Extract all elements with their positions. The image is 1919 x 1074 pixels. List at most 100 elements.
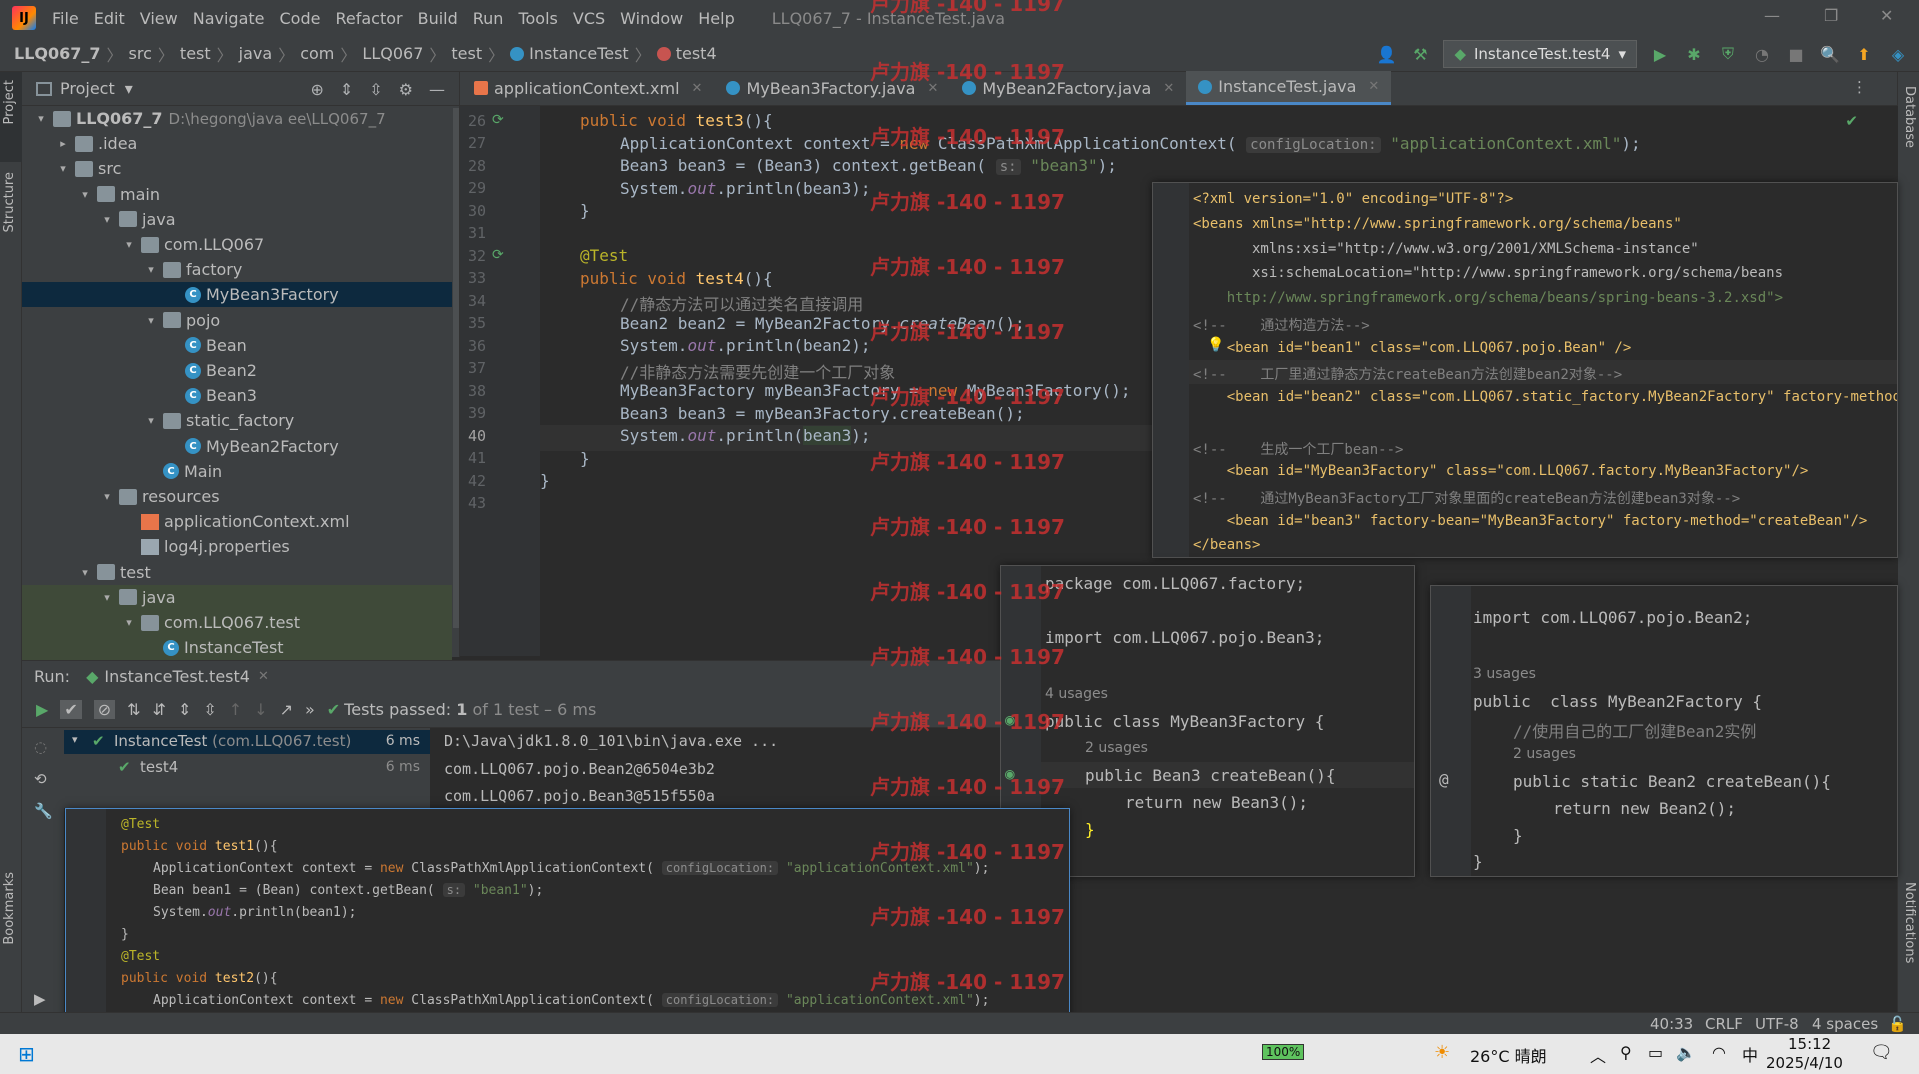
notifications-tool-button[interactable]: Notifications	[1902, 882, 1917, 963]
menu-help[interactable]: Help	[698, 9, 734, 28]
menu-edit[interactable]: Edit	[94, 9, 125, 28]
chevron-down-icon[interactable]: ▾	[125, 79, 133, 98]
gear-icon[interactable]: ⚙	[399, 80, 413, 99]
close-icon[interactable]: ✕	[1880, 6, 1893, 25]
tree-item[interactable]: ▾ factory	[22, 257, 452, 282]
build-hammer-icon[interactable]: ⚒	[1409, 43, 1431, 65]
toggle-icon[interactable]: ◌	[34, 738, 47, 756]
network-icon[interactable]: ⚲	[1620, 1043, 1632, 1062]
expand-all-icon[interactable]: ⇕	[340, 80, 353, 99]
close-icon[interactable]: ✕	[258, 669, 269, 684]
menu-code[interactable]: Code	[280, 9, 321, 28]
menu-window[interactable]: Window	[620, 9, 683, 28]
menu-run[interactable]: Run	[473, 9, 504, 28]
tree-item[interactable]: C Bean	[22, 333, 452, 358]
project-tool-button[interactable]: Project	[2, 80, 17, 124]
annotation-gutter-icon[interactable]: @	[1439, 770, 1449, 789]
tree-item[interactable]: ▾ LLQ067_7 D:\hegong\java ee\LLQ067_7	[22, 106, 452, 131]
chevron-icon[interactable]: ▾	[78, 188, 92, 201]
tree-item[interactable]: ▾ java	[22, 584, 452, 610]
tree-item[interactable]: ▾ static_factory	[22, 408, 452, 433]
menu-vcs[interactable]: VCS	[573, 9, 605, 28]
camera-icon[interactable]: ⟲	[34, 770, 47, 788]
user-icon[interactable]: 👤	[1375, 43, 1397, 65]
chevron-icon[interactable]: ▾	[56, 162, 70, 175]
jetbrains-icon[interactable]: ◈	[1887, 43, 1909, 65]
run-test-gutter-icon[interactable]: ⟳	[492, 112, 504, 128]
chevron-icon[interactable]: ▾	[122, 616, 136, 629]
restore-icon[interactable]: ❐	[1824, 6, 1838, 25]
close-icon[interactable]: ✕	[1163, 81, 1174, 96]
wrench-icon[interactable]: 🔧	[34, 802, 53, 820]
battery-icon[interactable]: ▭	[1648, 1043, 1663, 1062]
search-icon[interactable]: 🔍	[1819, 43, 1841, 65]
rerun-icon[interactable]: ▶	[36, 700, 48, 719]
chevron-up-icon[interactable]: ︿	[1590, 1043, 1606, 1067]
more-tabs-icon[interactable]: ⋮	[1852, 78, 1867, 96]
run-tab-label[interactable]: InstanceTest.test4	[104, 667, 250, 686]
menu-view[interactable]: View	[140, 9, 178, 28]
lock-icon[interactable]: 🔓	[1888, 1015, 1907, 1033]
tree-item[interactable]: log4j.properties	[22, 534, 452, 559]
menu-tools[interactable]: Tools	[518, 9, 557, 28]
breadcrumb-test[interactable]: test	[180, 44, 211, 63]
chevron-down-icon[interactable]: ▾	[72, 733, 78, 746]
tree-item[interactable]: C Main	[22, 459, 452, 484]
chevron-icon[interactable]: ▾	[144, 414, 158, 427]
locate-icon[interactable]: ⊕	[310, 80, 323, 99]
breadcrumb-class[interactable]: InstanceTest	[529, 44, 629, 63]
menu-build[interactable]: Build	[418, 9, 458, 28]
chevron-icon[interactable]: ▾	[144, 314, 158, 327]
notification-center-icon[interactable]: 🗨	[1870, 1042, 1893, 1063]
menu-file[interactable]: File	[52, 9, 79, 28]
clock-date[interactable]: 2025/4/10	[1766, 1054, 1843, 1072]
tree-item[interactable]: ▾ resources	[22, 484, 452, 509]
tree-item[interactable]: ▾ com.LLQ067	[22, 232, 452, 257]
volume-icon[interactable]: 🔈	[1676, 1043, 1696, 1062]
sort-duration-icon[interactable]: ⇵	[153, 700, 166, 719]
usages-hint[interactable]: 2 usages	[1513, 746, 1576, 762]
run-icon[interactable]: ▶	[1649, 43, 1671, 65]
file-encoding[interactable]: UTF-8	[1755, 1015, 1799, 1033]
export-icon[interactable]: ↗	[280, 700, 293, 719]
tree-item[interactable]: ▾ src	[22, 156, 452, 181]
menu-navigate[interactable]: Navigate	[193, 9, 265, 28]
clock-time[interactable]: 15:12	[1788, 1035, 1831, 1053]
chevron-icon[interactable]: ▾	[100, 490, 114, 503]
menu-refactor[interactable]: Refactor	[335, 9, 402, 28]
show-passed-icon[interactable]: ✔	[60, 700, 82, 719]
minimize-icon[interactable]: —	[1764, 6, 1780, 25]
wifi-icon[interactable]: ◠	[1712, 1043, 1726, 1062]
chevron-icon[interactable]: ▾	[34, 112, 48, 125]
tree-item[interactable]: ▸ .idea	[22, 131, 452, 156]
arrow-up-icon[interactable]: ↑	[229, 700, 242, 719]
tab-application-context-xml[interactable]: applicationContext.xml ✕	[460, 71, 714, 105]
tree-item[interactable]: C MyBean3Factory	[22, 282, 452, 308]
tree-item[interactable]: C InstanceTest	[22, 635, 452, 661]
tree-item[interactable]: ▾ main	[22, 182, 452, 207]
update-icon[interactable]: ⬆	[1853, 43, 1875, 65]
chevron-icon[interactable]: ▾	[78, 566, 92, 579]
chevron-icon[interactable]: ▾	[100, 213, 114, 226]
usages-hint[interactable]: 3 usages	[1473, 666, 1536, 682]
tree-scrollbar[interactable]	[453, 108, 459, 628]
structure-tool-button[interactable]: Structure	[2, 172, 17, 232]
sort-alpha-icon[interactable]: ⇅	[127, 700, 140, 719]
tree-item[interactable]: ▾ com.LLQ067.test	[22, 610, 452, 635]
breadcrumb-java[interactable]: java	[239, 44, 273, 63]
weather-text[interactable]: 26°C 晴朗	[1470, 1043, 1547, 1067]
tab-instancetest-java[interactable]: InstanceTest.java ✕	[1186, 71, 1392, 105]
run-configuration-select[interactable]: ◆ InstanceTest.test4 ▾	[1443, 40, 1637, 68]
stop-icon[interactable]: ■	[1785, 43, 1807, 65]
coverage-icon[interactable]: ⛨	[1717, 43, 1739, 65]
battery-indicator[interactable]: 100%	[1262, 1044, 1305, 1060]
tree-item[interactable]: C MyBean2Factory	[22, 434, 452, 459]
hide-icon[interactable]: —	[429, 80, 445, 99]
close-icon[interactable]: ✕	[692, 81, 703, 96]
breadcrumb-com[interactable]: com	[300, 44, 334, 63]
bookmarks-tool-button[interactable]: Bookmarks	[2, 872, 17, 945]
ime-indicator[interactable]: 中	[1742, 1042, 1758, 1066]
breadcrumb-method[interactable]: test4	[676, 44, 717, 63]
tree-item[interactable]: ▾ java	[22, 207, 452, 232]
collapse-all-icon[interactable]: ⇳	[369, 80, 382, 99]
